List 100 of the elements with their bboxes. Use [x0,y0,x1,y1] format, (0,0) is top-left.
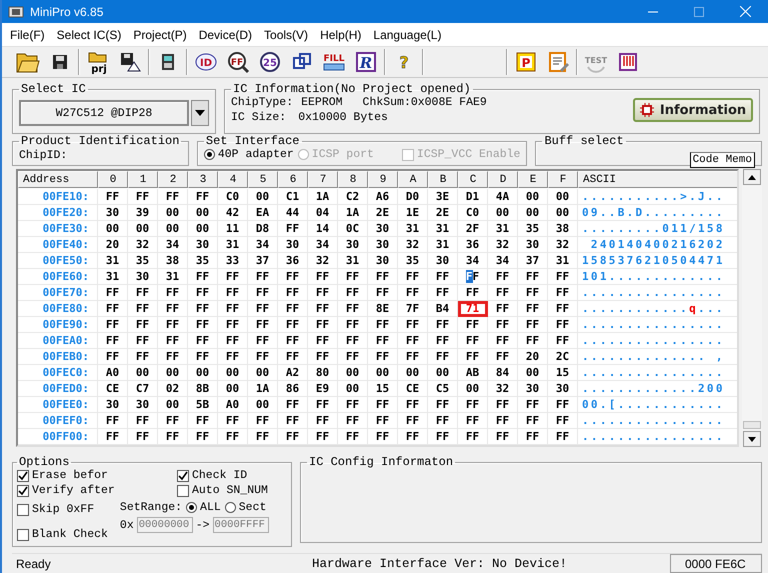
byte-cell[interactable]: FF [548,285,578,301]
byte-cell[interactable]: B4 [428,301,458,317]
byte-cell[interactable]: 15 [548,365,578,381]
byte-cell[interactable]: FF [458,397,488,413]
byte-cell[interactable]: 31 [548,253,578,269]
byte-cell[interactable]: 30 [278,237,308,253]
byte-cell[interactable]: FF [98,285,128,301]
byte-cell[interactable]: FF [218,349,248,365]
byte-cell[interactable]: 8E [368,301,398,317]
byte-cell[interactable]: 0C [338,221,368,237]
byte-cell[interactable]: FF [368,413,398,429]
menu-item[interactable]: Tools(V) [258,28,314,42]
byte-cell[interactable]: FF [158,333,188,349]
byte-cell[interactable]: 31 [218,237,248,253]
byte-cell[interactable]: FF [518,285,548,301]
byte-cell[interactable]: 80 [308,365,338,381]
byte-cell[interactable]: FF [128,333,158,349]
byte-cell[interactable]: 32 [488,237,518,253]
byte-cell[interactable]: FF [488,269,518,285]
column-header[interactable]: 3 [188,171,218,188]
byte-cell[interactable]: D1 [458,189,488,205]
byte-cell[interactable]: C7 [128,381,158,397]
byte-cell[interactable]: 00 [248,365,278,381]
byte-cell[interactable]: FF [248,285,278,301]
byte-cell[interactable]: FF [488,349,518,365]
byte-cell[interactable]: 00 [518,189,548,205]
byte-cell[interactable]: 00 [158,221,188,237]
byte-cell[interactable]: 34 [488,253,518,269]
byte-cell[interactable]: 37 [248,253,278,269]
byte-cell[interactable]: AB [458,365,488,381]
byte-cell[interactable]: FF [458,269,488,285]
byte-cell[interactable]: 30 [368,253,398,269]
byte-cell[interactable]: 00 [518,205,548,221]
byte-cell[interactable]: FF [308,333,338,349]
byte-cell[interactable]: 86 [278,381,308,397]
byte-cell[interactable]: 44 [278,205,308,221]
byte-cell[interactable]: FF [158,189,188,205]
byte-cell[interactable]: 31 [98,269,128,285]
byte-cell[interactable]: FF [98,317,128,333]
byte-cell[interactable]: FF [308,317,338,333]
byte-cell[interactable]: 30 [368,221,398,237]
byte-cell[interactable]: 42 [218,205,248,221]
byte-cell[interactable]: FF [98,333,128,349]
column-header[interactable]: 9 [368,171,398,188]
range-end-field[interactable]: 0000FFFF [212,517,269,533]
byte-cell[interactable]: FF [458,413,488,429]
byte-cell[interactable]: 00 [548,189,578,205]
byte-cell[interactable]: FF [518,317,548,333]
checkbox[interactable]: Skip 0xFF [17,503,108,516]
byte-cell[interactable]: FF [398,317,428,333]
byte-cell[interactable]: 35 [188,253,218,269]
byte-cell[interactable]: C0 [218,189,248,205]
byte-cell[interactable]: 35 [398,253,428,269]
byte-cell[interactable]: FF [308,429,338,445]
byte-cell[interactable]: FF [398,269,428,285]
byte-cell[interactable]: FF [218,317,248,333]
byte-cell[interactable]: FF [278,317,308,333]
byte-cell[interactable]: 00 [338,381,368,397]
column-header[interactable]: Address [18,171,98,188]
byte-cell[interactable]: FF [278,301,308,317]
byte-cell[interactable]: 39 [128,205,158,221]
byte-cell[interactable]: FF [278,221,308,237]
menu-item[interactable]: Project(P) [127,28,193,42]
byte-cell[interactable]: 4A [488,189,518,205]
column-header[interactable]: A [398,171,428,188]
byte-cell[interactable]: FF [458,317,488,333]
byte-cell[interactable]: FF [368,285,398,301]
byte-cell[interactable]: FF [128,301,158,317]
byte-cell[interactable]: 30 [98,205,128,221]
fill-button[interactable]: FILL [318,48,350,76]
byte-cell[interactable]: FF [338,317,368,333]
byte-cell[interactable]: FF [188,269,218,285]
byte-cell[interactable]: 04 [308,205,338,221]
byte-cell[interactable]: FF [428,317,458,333]
byte-cell[interactable]: 30 [128,269,158,285]
byte-cell[interactable]: 34 [248,237,278,253]
byte-cell[interactable]: 30 [368,237,398,253]
column-header[interactable]: F [548,171,578,188]
byte-cell[interactable]: FF [158,413,188,429]
byte-cell[interactable]: FF [428,413,458,429]
byte-cell[interactable]: FF [458,429,488,445]
byte-cell[interactable]: 20 [518,349,548,365]
byte-cell[interactable]: FF [278,285,308,301]
byte-cell[interactable]: 71 [458,301,488,317]
byte-cell[interactable]: 30 [338,237,368,253]
byte-cell[interactable]: 00 [98,221,128,237]
byte-cell[interactable]: CE [398,381,428,397]
byte-cell[interactable]: 00 [158,365,188,381]
byte-cell[interactable]: FF [98,429,128,445]
byte-cell[interactable]: 1E [398,205,428,221]
byte-cell[interactable]: 3E [428,189,458,205]
byte-cell[interactable]: D0 [398,189,428,205]
checkbox[interactable]: Auto SN_NUM [177,484,287,497]
byte-cell[interactable]: 7F [398,301,428,317]
byte-cell[interactable]: 32 [308,253,338,269]
byte-cell[interactable]: FF [398,285,428,301]
byte-cell[interactable]: FF [278,269,308,285]
register-button[interactable]: R [350,48,382,76]
byte-cell[interactable]: FF [488,397,518,413]
byte-cell[interactable]: 2F [458,221,488,237]
